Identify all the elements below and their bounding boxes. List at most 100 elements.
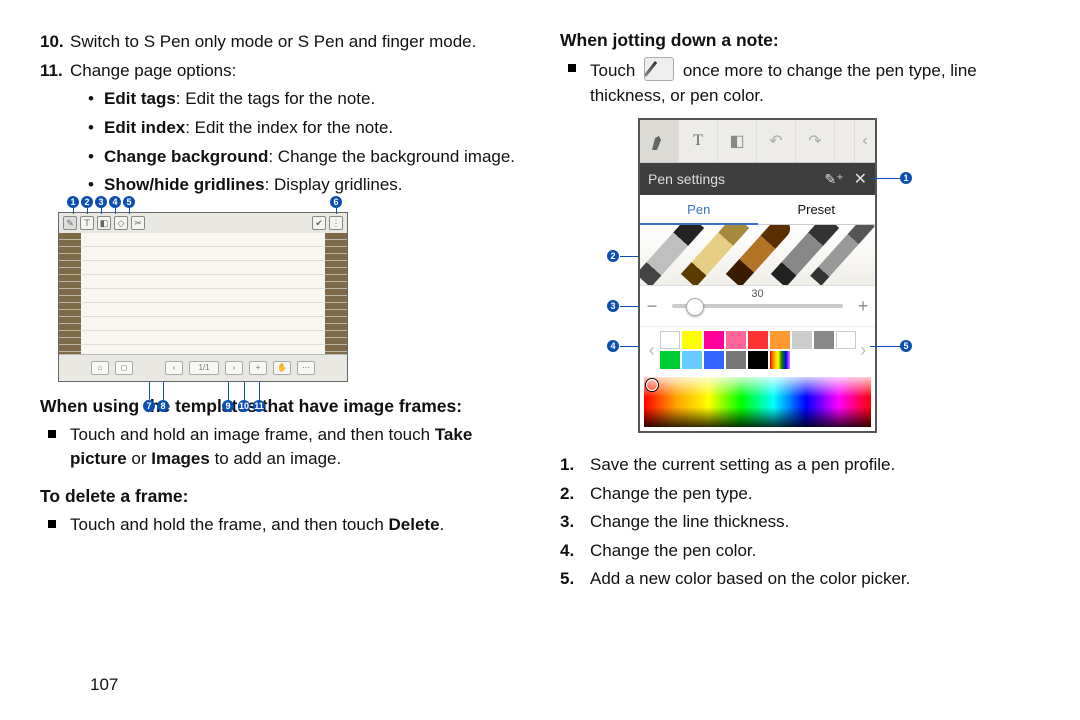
color-swatch[interactable] <box>792 331 812 349</box>
callout-5: 5 <box>123 196 135 208</box>
item-2: 2.Change the pen type. <box>560 481 1040 507</box>
color-swatch[interactable] <box>704 331 724 349</box>
callout-4: 4 <box>607 340 619 352</box>
pen-icon[interactable]: ✎ <box>63 216 77 230</box>
callout-1: 1 <box>900 172 912 184</box>
jotting-body: Touch once more to change the pen type, … <box>560 57 1040 108</box>
shape-icon[interactable]: ◇ <box>114 216 128 230</box>
color-swatch[interactable] <box>726 331 746 349</box>
item-4: 4.Change the pen color. <box>560 538 1040 564</box>
note-editor-screenshot: ✎ T ◧ ◇ ✂ ✔ ⋮ ⌂ ◻ <box>58 212 348 382</box>
sub-list: Edit tags: Edit the tags for the note. E… <box>88 87 520 198</box>
section-jotting-heading: When jotting down a note: <box>560 30 1040 51</box>
redo-btn[interactable]: ↷ <box>796 120 835 162</box>
save-icon[interactable]: ✔ <box>312 216 326 230</box>
color-swatch[interactable] <box>836 331 856 349</box>
item-3: 3.Change the line thickness. <box>560 509 1040 535</box>
delete-body: Touch and hold the frame, and then touch… <box>40 513 520 538</box>
color-swatch[interactable] <box>748 351 768 369</box>
item-1: 1.Save the current setting as a pen prof… <box>560 452 1040 478</box>
callout-11: 11 <box>253 400 265 412</box>
collapse-btn[interactable]: ‹ <box>855 120 875 162</box>
color-palette-row: ‹ › <box>640 327 875 373</box>
page-indicator: 1/1 <box>189 361 219 375</box>
prev-page-btn[interactable]: ‹ <box>165 361 183 375</box>
callout-5: 5 <box>900 340 912 352</box>
top-toolbar: T ◧ ↶ ↷ ‹ <box>640 120 875 163</box>
sub-change-bg: Change background: Change the background… <box>88 145 520 170</box>
figure-note-editor: ✎ T ◧ ◇ ✂ ✔ ⋮ ⌂ ◻ <box>58 212 348 382</box>
thickness-slider[interactable]: 30 − + <box>640 286 875 327</box>
color-swatch[interactable] <box>660 351 680 369</box>
callout-8: 8 <box>157 400 169 412</box>
eraser-icon[interactable]: ◧ <box>97 216 111 230</box>
tab-pen[interactable]: Pen <box>640 195 758 225</box>
color-swatch[interactable] <box>704 351 724 369</box>
clip-icon[interactable]: ✂ <box>131 216 145 230</box>
figure-pen-settings: T ◧ ↶ ↷ ‹ Pen settings ✎⁺ ✕ Pen Prese <box>620 118 1040 438</box>
pen-type-selector[interactable] <box>640 225 875 286</box>
editor-bottom-toolbar: ⌂ ◻ ‹ 1/1 › + ✋ ⋯ <box>59 354 347 381</box>
sub-edit-tags: Edit tags: Edit the tags for the note. <box>88 87 520 112</box>
color-swatch[interactable] <box>660 331 680 349</box>
mode-btn[interactable]: ✋ <box>273 361 291 375</box>
color-swatch[interactable] <box>770 331 790 349</box>
next-page-btn[interactable]: › <box>225 361 243 375</box>
list-item-11: 11.Change page options: Edit tags: Edit … <box>40 59 520 198</box>
tool-btn[interactable]: ⌂ <box>91 361 109 375</box>
callout-7: 7 <box>143 400 155 412</box>
pen-tabs: Pen Preset <box>640 195 875 225</box>
pen-settings-header: Pen settings ✎⁺ ✕ <box>640 163 875 195</box>
save-profile-icon[interactable]: ✎⁺ <box>824 171 843 188</box>
pen-tool-btn[interactable] <box>640 120 679 162</box>
text-tool-btn[interactable]: T <box>679 120 718 162</box>
manual-page: 10.Switch to S Pen only mode or S Pen an… <box>0 0 1080 720</box>
callout-6: 6 <box>330 196 342 208</box>
color-swatch[interactable] <box>814 331 834 349</box>
menu-icon[interactable]: ⋮ <box>329 216 343 230</box>
palette-right-arrow[interactable]: › <box>856 331 872 369</box>
color-swatch[interactable] <box>682 331 702 349</box>
editor-top-toolbar: ✎ T ◧ ◇ ✂ ✔ ⋮ <box>59 213 347 234</box>
sub-gridlines: Show/hide gridlines: Display gridlines. <box>88 173 520 198</box>
item-5: 5.Add a new color based on the color pic… <box>560 566 1040 592</box>
callout-3: 3 <box>607 300 619 312</box>
color-palette[interactable] <box>660 331 856 369</box>
callout-2: 2 <box>607 250 619 262</box>
color-swatch[interactable] <box>726 351 746 369</box>
color-swatch[interactable] <box>770 351 790 369</box>
templates-body: Touch and hold an image frame, and then … <box>40 423 520 472</box>
left-column: 10.Switch to S Pen only mode or S Pen an… <box>40 30 540 710</box>
color-swatch[interactable] <box>748 331 768 349</box>
color-picker-spectrum[interactable] <box>644 377 871 427</box>
thickness-minus[interactable]: − <box>640 296 664 317</box>
text-icon[interactable]: T <box>80 216 94 230</box>
eraser-tool-btn[interactable]: ◧ <box>718 120 757 162</box>
right-column: When jotting down a note: Touch once mor… <box>540 30 1040 710</box>
ruler-left <box>59 233 81 355</box>
callout-1: 1 <box>67 196 79 208</box>
ruler-right <box>325 233 347 355</box>
page-number: 107 <box>90 675 118 695</box>
more-btn[interactable]: ⋯ <box>297 361 315 375</box>
paper-area[interactable] <box>81 233 325 355</box>
sub-edit-index: Edit index: Edit the index for the note. <box>88 116 520 141</box>
callout-9: 9 <box>222 400 234 412</box>
pen-settings-screenshot: T ◧ ↶ ↷ ‹ Pen settings ✎⁺ ✕ Pen Prese <box>638 118 877 433</box>
tab-preset[interactable]: Preset <box>758 195 876 225</box>
callout-3: 3 <box>95 196 107 208</box>
color-swatch[interactable] <box>682 351 702 369</box>
list-item-10: 10.Switch to S Pen only mode or S Pen an… <box>40 30 520 55</box>
callout-10: 10 <box>238 400 250 412</box>
undo-btn[interactable]: ↶ <box>757 120 796 162</box>
section-templates-heading: When using the templates that have image… <box>40 396 520 417</box>
palette-left-arrow[interactable]: ‹ <box>644 331 660 369</box>
callout-4: 4 <box>109 196 121 208</box>
close-icon[interactable]: ✕ <box>854 169 867 189</box>
tool-btn[interactable]: ◻ <box>115 361 133 375</box>
callout-2: 2 <box>81 196 93 208</box>
add-btn[interactable]: + <box>249 361 267 375</box>
slider-knob[interactable] <box>686 298 704 316</box>
pen-settings-list: 1.Save the current setting as a pen prof… <box>560 452 1040 592</box>
thickness-plus[interactable]: + <box>851 296 875 317</box>
